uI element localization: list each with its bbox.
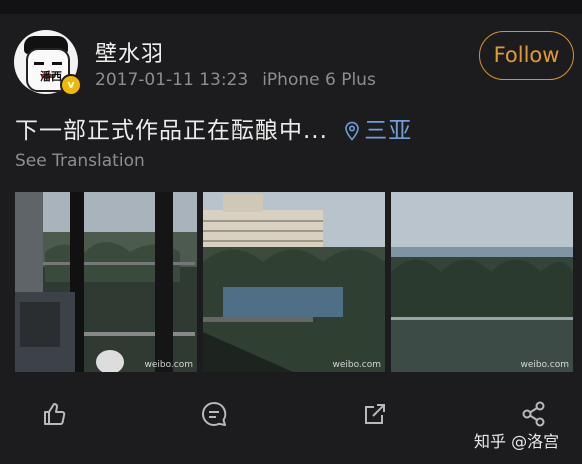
post-text-row: 下一部正式作品正在酝酿中... 三亚 xyxy=(15,111,412,145)
photo-1[interactable]: weibo.com xyxy=(15,192,197,372)
post-date: 2017-01-11 13:23 xyxy=(95,70,249,90)
photo-watermark: weibo.com xyxy=(520,360,569,370)
verified-badge-icon: v xyxy=(60,74,82,96)
post-text: 下一部正式作品正在酝酿中... xyxy=(15,118,328,144)
see-translation-link[interactable]: See Translation xyxy=(15,151,145,171)
username[interactable]: 壁水羽 xyxy=(95,36,164,68)
photo-2-image xyxy=(203,192,385,372)
zhihu-watermark: 知乎 @洛宫 xyxy=(474,432,560,451)
comment-button[interactable] xyxy=(196,396,232,432)
avatar[interactable]: 潘西 v xyxy=(14,30,82,96)
location-label: 三亚 xyxy=(364,118,413,144)
repost-icon xyxy=(365,404,385,424)
share-icon xyxy=(522,401,545,427)
photo-3[interactable]: weibo.com xyxy=(391,192,573,372)
comment-icon xyxy=(202,401,227,426)
like-icon xyxy=(44,403,66,425)
location-link[interactable]: 三亚 xyxy=(344,111,412,145)
like-button[interactable] xyxy=(36,396,72,432)
photo-2[interactable]: weibo.com xyxy=(203,192,385,372)
follow-button[interactable]: Follow xyxy=(479,31,574,80)
repost-button[interactable] xyxy=(357,396,393,432)
post-device: iPhone 6 Plus xyxy=(262,70,376,90)
share-button[interactable] xyxy=(516,396,552,432)
top-strip xyxy=(0,0,582,14)
photo-3-image xyxy=(391,192,573,372)
photo-1-image xyxy=(15,192,197,372)
photo-watermark: weibo.com xyxy=(332,360,381,370)
post-meta: 2017-01-11 13:23 iPhone 6 Plus xyxy=(95,70,376,90)
photo-watermark: weibo.com xyxy=(144,360,193,370)
location-pin-icon xyxy=(345,121,360,141)
